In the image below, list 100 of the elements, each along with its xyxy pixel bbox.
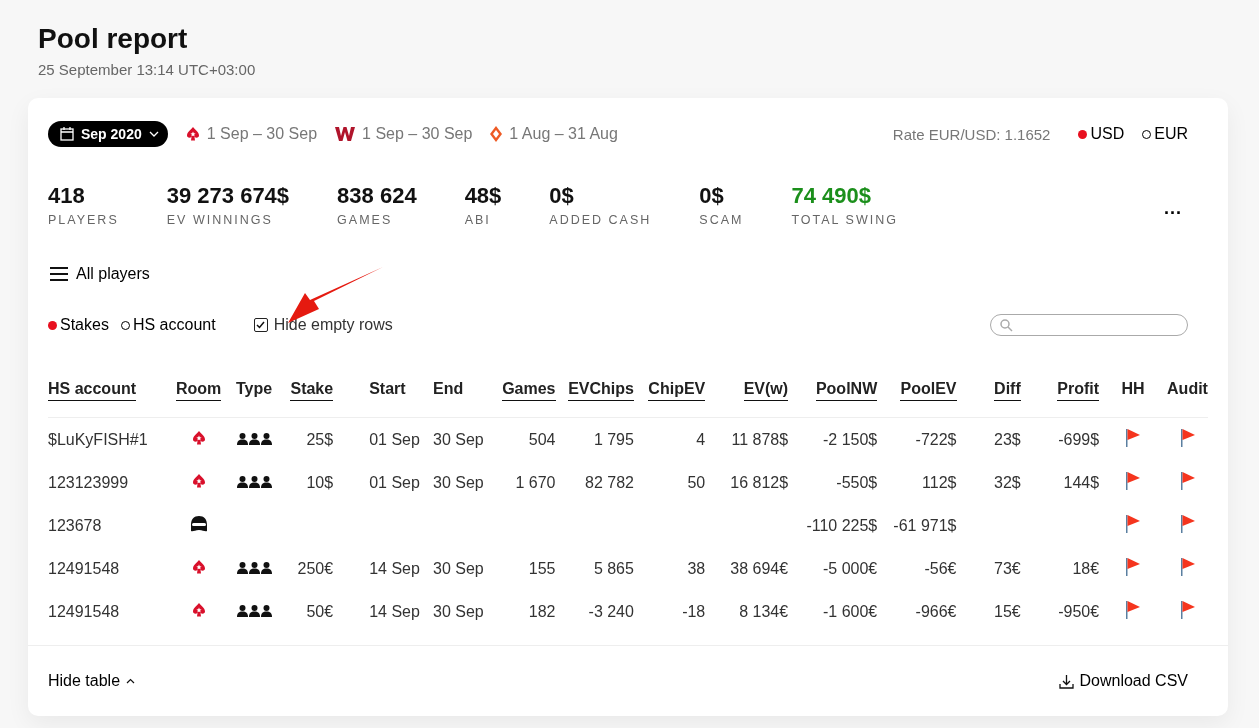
download-icon [1058,673,1074,689]
exchange-rate: Rate EUR/USD: 1.1652 [892,125,1051,143]
flag-icon[interactable] [1125,556,1142,577]
w-logo-icon [335,126,356,142]
account-cell-text: 123678 [48,515,103,536]
table-cell-text: 50€ [305,601,334,622]
column-header[interactable]: Diff [994,380,1021,401]
table-cell: -18 [633,590,706,633]
table-cell: -699$ [1020,417,1100,461]
table-cell-text: 10$ [305,472,334,493]
menu-icon [50,267,68,281]
download-csv-button[interactable]: Download CSV [1058,672,1188,690]
stat-value: 418 [48,183,86,209]
table-cell: 01 Sep [333,461,423,504]
spade-icon [191,429,206,446]
table-cell-text: 5 865 [592,558,634,579]
table-cell: 14 Sep [333,547,423,590]
column-header[interactable]: Games [502,380,556,401]
table-cell: 25$ [278,417,334,461]
table-cell: 23$ [956,417,1021,461]
account-cell-text: 123123999 [48,472,130,493]
table-cell-text: 1 670 [514,472,556,493]
group-radio[interactable]: Stakes [48,316,109,334]
search-icon [1000,318,1013,332]
table-cell: 1 795 [555,417,634,461]
table-cell: 112$ [877,461,957,504]
table-cell: -550$ [788,461,878,504]
table-cell: 15€ [956,590,1021,633]
date-range: 1 Sep – 30 Sep [362,125,473,143]
date-range: 1 Sep – 30 Sep [206,125,318,143]
players-icon [236,561,272,574]
flag-icon[interactable] [1179,427,1196,448]
table-cell: -56€ [877,547,957,590]
column-header: Start [369,380,406,399]
currency-radio[interactable]: EUR [1142,125,1188,143]
report-date: 25 September 13:14 UTC+03:00 [38,61,257,78]
column-header[interactable]: EVChips [568,380,634,401]
more-button[interactable]: ... [1158,197,1188,220]
stat-label: TOTAL SWING [791,213,898,227]
table-cell: 32$ [956,461,1021,504]
table-cell: 38 [633,547,706,590]
date-range: 1 Aug – 31 Aug [509,125,618,143]
column-header[interactable]: ChipEV [648,380,706,401]
stat-label: SCAM [699,213,744,227]
spade-icon [185,126,200,142]
column-header[interactable]: EV(w) [743,380,789,401]
column-header[interactable]: PoolEV [900,380,957,401]
currency-radio[interactable]: USD [1078,125,1125,143]
table-cell: -966€ [877,590,957,633]
players-icon [236,432,272,445]
stat-value: 74 490$ [791,183,872,209]
account-cell: $LuKyFISH#1 [48,417,169,461]
flag-icon[interactable] [1125,599,1142,620]
table-cell-text: -110 225$ [805,515,878,536]
spade-icon [191,472,206,489]
flag-icon[interactable] [1125,427,1142,448]
column-header[interactable]: Room [176,380,222,401]
column-header[interactable]: Profit [1057,380,1100,401]
flag-icon[interactable] [1179,599,1196,620]
account-cell-text: 12491548 [48,558,121,579]
column-header[interactable]: Stake [290,380,334,401]
group-radio[interactable]: HS account [120,316,216,334]
table-cell-text: 250€ [296,558,334,579]
chevron-up-icon [126,678,136,684]
column-header: Audit [1167,380,1208,399]
stat-label: ADDED CASH [549,213,652,227]
players-icon [236,604,272,617]
column-header[interactable]: PoolNW [815,380,878,401]
flag-icon[interactable] [1125,513,1142,534]
calendar-icon [60,127,74,141]
table-cell: 144$ [1020,461,1100,504]
table-cell: 38 694€ [705,547,789,590]
table-cell: 16 812$ [705,461,789,504]
table-cell-text: 30 Sep [432,472,485,493]
column-header[interactable]: HS account [48,380,136,401]
month-picker[interactable]: Sep 2020 [48,121,168,147]
table-cell-text: -3 240 [587,601,634,622]
flag-icon[interactable] [1179,556,1196,577]
stat-value: 0$ [699,183,725,209]
table-cell: -950€ [1020,590,1100,633]
stat-label: EV WINNINGS [166,213,274,227]
flag-icon[interactable] [1179,513,1196,534]
hide-table-button[interactable]: Hide table [48,672,136,690]
stat-value: 0$ [549,183,575,209]
table-cell: -2 150$ [788,417,878,461]
stat-value: 48$ [464,183,502,209]
table-cell: 14 Sep [333,590,423,633]
column-header: HH [1121,380,1145,399]
table-cell-text: 155 [527,558,556,579]
table-cell: -61 971$ [877,504,957,547]
table-cell: 18€ [1020,547,1100,590]
players-menu[interactable]: All players [50,265,150,283]
chevron-down-icon [148,131,159,137]
flag-icon[interactable] [1125,470,1142,491]
spade-icon [191,601,206,618]
stat-value: 838 624 [337,183,417,209]
flag-icon[interactable] [1179,470,1196,491]
table-cell: 8 134€ [705,590,789,633]
table-cell: 504 [502,417,556,461]
table-cell-text: 82 782 [584,472,634,493]
